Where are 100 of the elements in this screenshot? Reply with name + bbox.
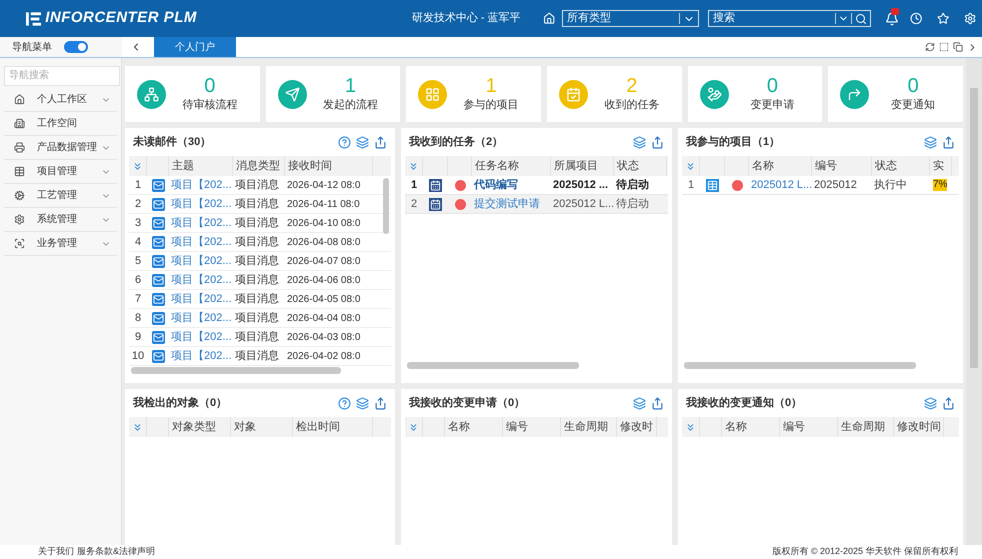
table-row[interactable]: 1 代码编写 2025012 ... 待启动 [405,176,668,195]
footer-link[interactable]: 关于我们 [38,545,74,559]
row-number: 6 [134,272,142,288]
column-header[interactable]: 修改时 [617,417,657,437]
table-cell[interactable]: 项目【202... [169,347,233,365]
table-cell-text: 待启动 [614,178,650,193]
share-icon[interactable] [374,396,387,410]
stat-card[interactable]: 0 待审核流程 [125,66,260,122]
nav-item[interactable]: 系统管理 [4,208,117,232]
table-cell[interactable]: 项目【202... [169,309,233,327]
column-header[interactable]: 编号 [812,156,872,176]
stat-card[interactable]: 1 参与的项目 [406,66,541,122]
refresh-icon[interactable] [925,42,935,52]
copyright-text: 版权所有 © 2012-2025 华天软件 保留所有权利 [772,545,958,558]
table-cell[interactable]: 2025012 L... [749,176,812,194]
column-header[interactable]: 状态 [872,156,930,176]
table-cell[interactable]: 项目【202... [169,252,233,270]
help-icon[interactable] [338,136,351,148]
mail-icon [152,350,164,362]
column-header[interactable]: 接收时间 [285,156,373,176]
search-icon[interactable] [854,12,867,24]
mail-icon [152,236,164,248]
stat-card[interactable]: 1 发起的流程 [266,66,400,122]
star-icon[interactable] [937,12,950,25]
horizontal-scrollbar[interactable] [407,362,579,369]
nav-item[interactable]: 工作空间 [4,112,117,136]
table-cell-text: 2026-04-06 08:0 [286,274,362,288]
table-cell[interactable]: 提交测试申请 [472,195,551,213]
nav-search-field[interactable]: 导航搜索 [4,66,120,86]
column-header[interactable]: 修改时间 [894,417,944,437]
nav-item[interactable]: 产品数据管理 [4,136,117,160]
nav-toggle[interactable] [64,41,88,53]
frame-icon[interactable] [939,42,949,52]
table-cell[interactable]: 项目【202... [169,195,233,213]
search-bar[interactable]: 搜索 [708,10,871,27]
stat-label: 参与的项目 [464,98,519,113]
table-cell[interactable]: 项目【202... [169,176,233,194]
stat-card[interactable]: 2 收到的任务 [547,66,682,122]
column-header[interactable]: 编号 [780,417,838,437]
table-cell[interactable]: 项目【202... [169,328,233,346]
layers-icon[interactable] [633,136,646,148]
table-row[interactable]: 2 提交测试申请 2025012 L... 待启动 [405,195,668,214]
column-header[interactable]: 消息类型 [233,156,285,176]
search-field[interactable]: 搜索 [712,10,835,27]
column-header[interactable]: 名称 [722,417,780,437]
help-icon[interactable] [338,396,351,410]
home-icon[interactable] [542,12,555,25]
stat-card[interactable]: 0 变更申请 [688,66,822,122]
layers-icon[interactable] [924,396,937,410]
column-header[interactable]: 生命周期 [838,417,894,437]
table-cell[interactable]: 项目【202... [169,290,233,308]
column-header[interactable]: 对象 [231,417,293,437]
column-header[interactable]: 名称 [749,156,812,176]
nav-item[interactable]: 个人工作区 [4,88,117,112]
expand-icon[interactable] [408,422,419,432]
expand-icon[interactable] [132,160,143,172]
layers-icon[interactable] [924,136,937,148]
type-select[interactable]: 所有类型 [562,10,699,27]
layers-icon[interactable] [633,396,646,410]
nav-item[interactable]: 工艺管理 [4,184,117,208]
column-header[interactable]: 编号 [503,417,561,437]
nav-menu-label: 导航菜单 [12,40,52,54]
tab[interactable]: 个人门户 [154,37,236,57]
row-number: 9 [134,330,142,345]
expand-icon[interactable] [685,422,696,432]
layers-icon[interactable] [356,396,369,410]
share-icon[interactable] [651,136,664,148]
stat-card[interactable]: 0 变更通知 [828,66,963,122]
nav-item[interactable]: 项目管理 [4,160,117,184]
column-header[interactable]: 检出时间 [293,417,373,437]
column-header[interactable]: 对象类型 [169,417,231,437]
expand-icon[interactable] [685,160,696,172]
table-cell-text: 执行中 [873,178,908,193]
column-header[interactable]: 实 [930,156,952,176]
table-cell-text: 2026-04-08 08:0 [286,236,362,250]
horizontal-scrollbar[interactable] [684,362,916,369]
expand-icon[interactable] [408,160,419,172]
share-icon[interactable] [651,396,664,410]
footer-link[interactable]: 服务条款&法律声明 [77,545,156,559]
bell-icon[interactable] [884,12,899,26]
column-header[interactable]: 名称 [445,417,503,437]
expand-icon[interactable] [132,422,143,432]
share-icon[interactable] [374,136,387,148]
share-icon[interactable] [942,396,955,410]
page-scrollbar[interactable] [970,88,978,368]
table-cell[interactable]: 代码编写 [472,176,551,194]
share-icon[interactable] [942,136,955,148]
horizontal-scrollbar[interactable] [131,367,341,374]
layers-icon[interactable] [356,136,369,148]
copy-icon[interactable] [953,42,963,52]
nav-item[interactable]: 业务管理 [4,232,117,256]
app-logo: INFORCENTER PLM [45,8,197,28]
column-header[interactable]: 生命周期 [561,417,617,437]
clock-icon[interactable] [910,12,922,25]
column-header[interactable]: 主题 [169,156,233,176]
table-cell[interactable]: 项目【202... [169,233,233,251]
vertical-scrollbar[interactable] [383,178,389,234]
settings-icon[interactable] [964,12,976,25]
table-cell[interactable]: 项目【202... [169,271,233,289]
table-cell[interactable]: 项目【202... [169,214,233,232]
